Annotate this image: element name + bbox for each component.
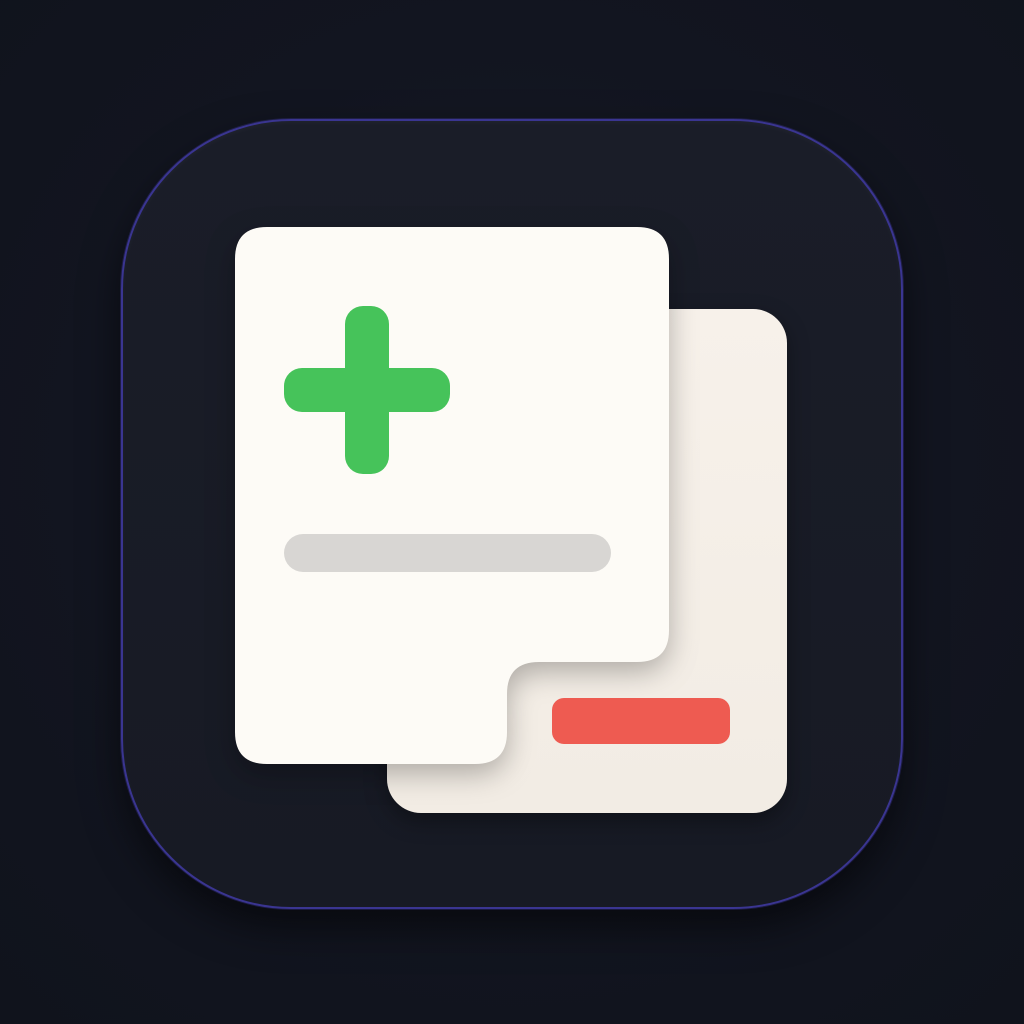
- placeholder-text-line: [284, 534, 611, 572]
- plus-icon: [284, 306, 450, 474]
- app-icon-canvas: [0, 0, 1024, 1024]
- minus-icon: [552, 698, 730, 744]
